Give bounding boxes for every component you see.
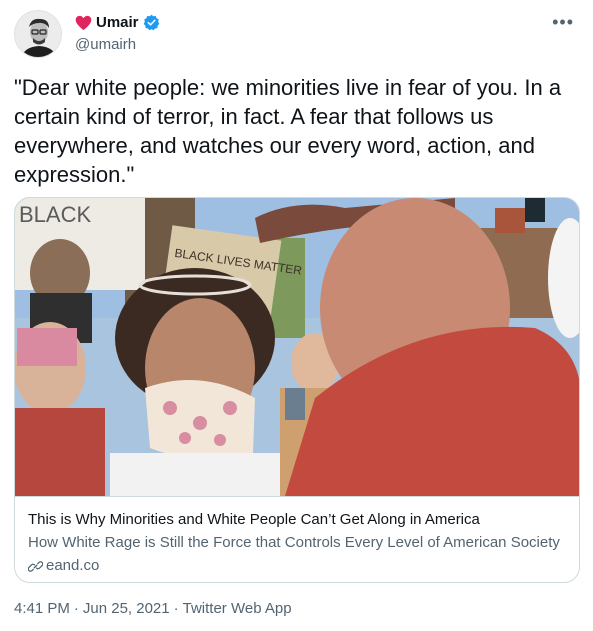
footer-separator: · — [173, 600, 179, 617]
card-image: BLACK BLACK LIVES MATTER — [15, 198, 579, 496]
link-icon — [27, 559, 44, 574]
card-meta: This is Why Minorities and White People … — [15, 496, 579, 582]
tweet-date[interactable]: Jun 25, 2021 — [83, 600, 170, 617]
author-name-row: Umair — [75, 14, 160, 31]
tweet-time[interactable]: 4:41 PM — [14, 600, 70, 617]
tweet-header: Umair @umairh ••• — [14, 10, 582, 60]
tweet-text: "Dear white people: we minorities live i… — [14, 75, 562, 187]
tweet-footer: 4:41 PM · Jun 25, 2021 · Twitter Web App — [14, 600, 292, 617]
verified-badge-icon — [143, 14, 160, 31]
tweet-source[interactable]: Twitter Web App — [183, 600, 292, 617]
more-options-icon[interactable]: ••• — [552, 12, 574, 33]
sign-left-text: BLACK — [19, 202, 91, 227]
card-domain[interactable]: eand.co — [27, 556, 568, 576]
avatar[interactable] — [14, 10, 62, 58]
card-title[interactable]: This is Why Minorities and White People … — [28, 510, 568, 530]
author-handle[interactable]: @umairh — [75, 36, 136, 53]
footer-separator: · — [73, 600, 79, 617]
heart-icon — [75, 15, 92, 31]
card-description: How White Rage is Still the Force that C… — [28, 534, 560, 551]
link-card[interactable]: BLACK BLACK LIVES MATTER This is Why Min… — [14, 197, 580, 583]
author-display-name[interactable]: Umair — [96, 14, 139, 31]
card-domain-text: eand.co — [46, 557, 100, 574]
